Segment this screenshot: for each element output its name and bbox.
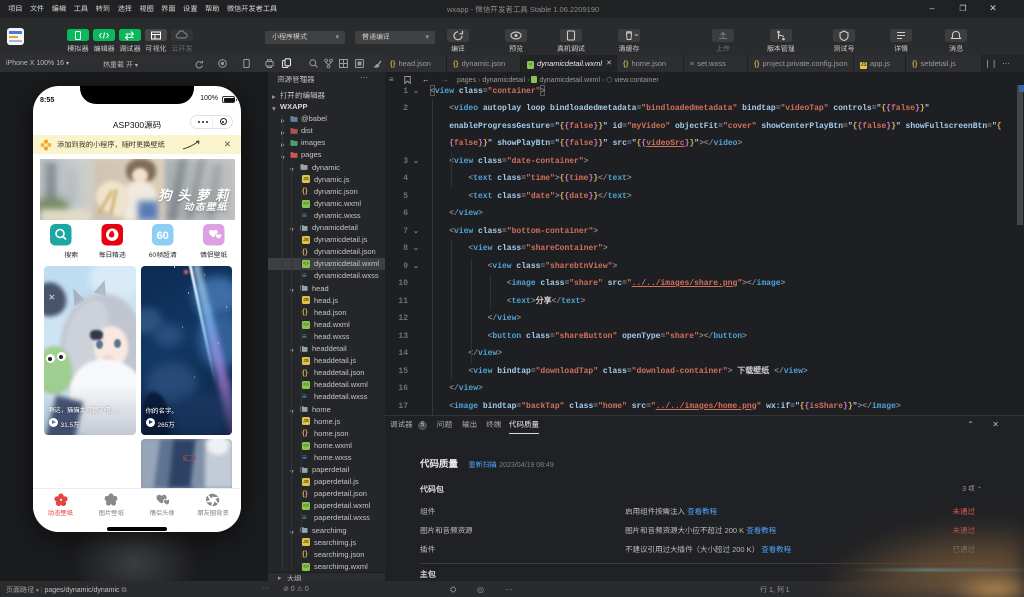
svg-text:60: 60 [157, 230, 169, 242]
